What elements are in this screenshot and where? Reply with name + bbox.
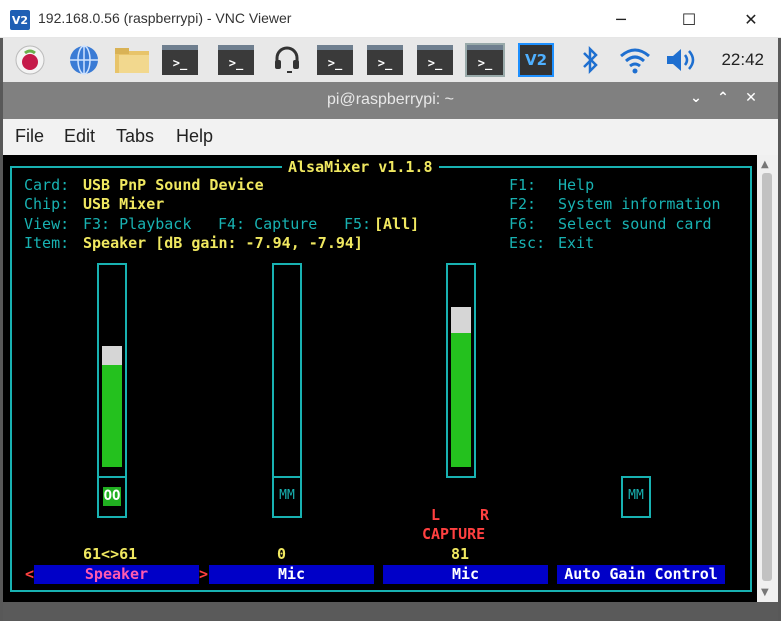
- help-text-f1: Help: [558, 176, 595, 194]
- maximize-button[interactable]: ☐: [666, 0, 712, 38]
- speaker-volume-bar[interactable]: [97, 263, 127, 478]
- mic-playback-volume-bar[interactable]: [272, 263, 302, 478]
- terminal-screen[interactable]: AlsaMixer v1.1.8 Card: USB PnP Sound Dev…: [3, 155, 757, 602]
- agc-switch-box[interactable]: MM: [621, 476, 651, 518]
- help-text-f6: Select sound card: [558, 215, 712, 233]
- menu-edit[interactable]: Edit: [64, 126, 95, 147]
- speaker-volume-fill: [102, 365, 122, 467]
- terminal-icon[interactable]: >_: [316, 42, 354, 78]
- window-title: 192.168.0.56 (raspberrypi) - VNC Viewer: [38, 10, 292, 26]
- capture-indicator: CAPTURE: [422, 525, 486, 543]
- terminal-scrollbar[interactable]: ▲ ▼: [757, 155, 778, 602]
- alsamixer-title: AlsaMixer v1.1.8: [288, 158, 433, 176]
- help-key-esc: Esc:: [509, 234, 546, 252]
- terminal-maximize-button[interactable]: ⌃: [713, 90, 733, 106]
- speaker-switch-box[interactable]: OO: [97, 476, 127, 518]
- terminal-close-button[interactable]: ✕: [741, 90, 761, 106]
- mic-capture-volume-peak: [451, 307, 471, 333]
- mic-playback-switch-box[interactable]: MM: [272, 476, 302, 518]
- window-bottom-edge: [3, 602, 778, 621]
- view-f4: F4: Capture: [218, 215, 318, 233]
- agc-label[interactable]: Auto Gain Control: [557, 565, 725, 584]
- terminal-icon[interactable]: >_: [366, 42, 404, 78]
- menu-help[interactable]: Help: [176, 126, 213, 147]
- web-browser-icon[interactable]: [65, 42, 103, 78]
- view-all: [All]: [374, 215, 420, 233]
- bluetooth-icon[interactable]: [571, 42, 609, 78]
- scroll-down-icon[interactable]: ▼: [761, 587, 769, 598]
- item-value: Speaker [dB gain: -7.94, -7.94]: [83, 234, 363, 252]
- help-key-f2: F2:: [509, 195, 537, 213]
- help-text-esc: Exit: [558, 234, 595, 252]
- speaker-value: 61<>61: [83, 545, 138, 563]
- speaker-switch: OO: [103, 487, 121, 506]
- terminal-minimize-button[interactable]: ⌄: [686, 90, 706, 106]
- minimize-button[interactable]: ─: [598, 0, 644, 38]
- capture-right-indicator: R: [480, 506, 490, 524]
- raspberry-menu-icon[interactable]: [11, 42, 49, 78]
- terminal-icon[interactable]: >_: [217, 42, 255, 78]
- terminal-icon[interactable]: >_: [416, 42, 454, 78]
- mic-capture-volume-fill: [451, 333, 471, 467]
- vnc-server-icon[interactable]: V2: [517, 42, 555, 78]
- view-f5: F5:: [344, 215, 372, 233]
- mic-capture-value: 81: [451, 545, 470, 563]
- terminal-title: pi@raspberrypi: ~: [327, 91, 454, 108]
- mic-capture-volume-bar[interactable]: [446, 263, 476, 478]
- item-label: Item:: [24, 234, 70, 252]
- chip-label: Chip:: [24, 195, 70, 213]
- card-label: Card:: [24, 176, 70, 194]
- terminal-icon[interactable]: >_: [465, 42, 505, 78]
- alsamixer-title-wrap: AlsaMixer v1.1.8: [282, 157, 439, 177]
- terminal-window: pi@raspberrypi: ~ ⌄ ⌃ ✕ File Edit Tabs H…: [0, 82, 781, 621]
- view-label: View:: [24, 215, 70, 233]
- terminal-icon[interactable]: >_: [161, 42, 199, 78]
- vnc-logo-icon: V2: [10, 10, 30, 30]
- card-value: USB PnP Sound Device: [83, 176, 264, 194]
- menu-bar: File Edit Tabs Help: [3, 119, 778, 155]
- speaker-label[interactable]: Speaker: [34, 565, 199, 584]
- view-f3: F3: Playback: [83, 215, 192, 233]
- mic-playback-switch: MM: [279, 488, 295, 503]
- scroll-up-icon[interactable]: ▲: [761, 159, 769, 170]
- volume-icon[interactable]: [662, 42, 700, 78]
- chip-value: USB Mixer: [83, 195, 165, 213]
- mic-playback-value: 0: [277, 545, 287, 563]
- terminal-title-bar: pi@raspberrypi: ~ ⌄ ⌃ ✕: [3, 82, 778, 119]
- mic-capture-label[interactable]: Mic: [383, 565, 548, 584]
- agc-switch: MM: [628, 488, 644, 503]
- headset-icon[interactable]: [268, 42, 306, 78]
- select-left-marker: <: [25, 565, 35, 583]
- help-text-f2: System information: [558, 195, 721, 213]
- close-button[interactable]: ✕: [728, 0, 774, 38]
- capture-left-indicator: L: [431, 506, 441, 524]
- select-right-marker: >: [199, 565, 209, 583]
- help-key-f6: F6:: [509, 215, 537, 233]
- speaker-volume-peak: [102, 346, 122, 365]
- clock: 22:42: [721, 50, 764, 69]
- taskbar: >_ >_ >_ >_ >_ >_ V2 22:42: [0, 38, 781, 82]
- menu-file[interactable]: File: [15, 126, 44, 147]
- wifi-icon[interactable]: [616, 42, 654, 78]
- help-key-f1: F1:: [509, 176, 537, 194]
- mic-playback-label[interactable]: Mic: [209, 565, 374, 584]
- file-manager-icon[interactable]: [113, 42, 151, 78]
- menu-tabs[interactable]: Tabs: [116, 126, 154, 147]
- vnc-title-bar: V2 192.168.0.56 (raspberrypi) - VNC View…: [0, 0, 781, 38]
- scrollbar-thumb[interactable]: [762, 173, 772, 581]
